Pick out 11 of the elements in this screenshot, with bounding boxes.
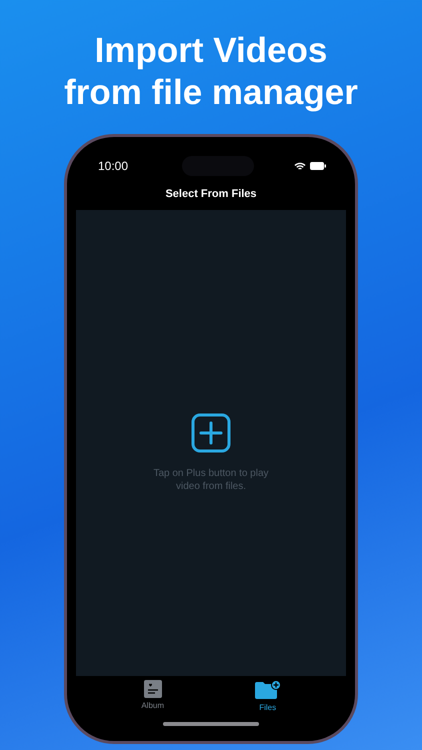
status-time: 10:00	[98, 159, 128, 173]
battery-icon	[310, 162, 326, 170]
folder-plus-icon	[254, 680, 281, 700]
headline: Import Videos from file manager	[64, 30, 358, 114]
empty-message: Tap on Plus button to play video from files.	[152, 467, 270, 493]
screen-title: Select From Files	[164, 187, 258, 202]
tab[interactable]: Album	[135, 676, 170, 720]
tab[interactable]: Files	[248, 676, 287, 720]
add-icon[interactable]	[191, 413, 231, 453]
wifi-icon	[294, 162, 306, 170]
album-icon	[144, 680, 162, 698]
